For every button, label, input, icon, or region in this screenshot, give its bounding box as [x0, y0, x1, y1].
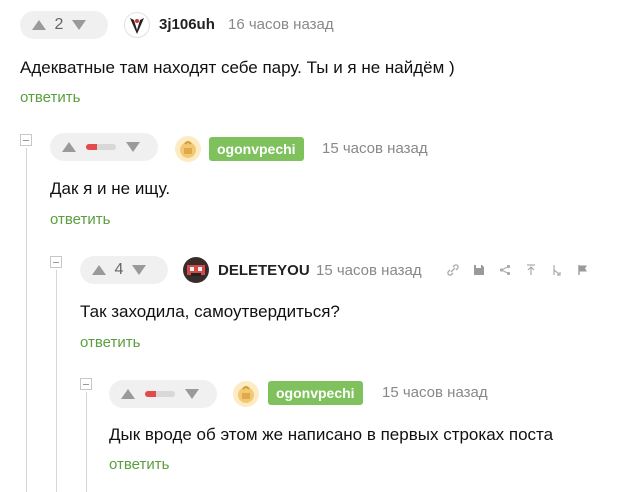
vote-widget — [109, 380, 217, 408]
downvote-icon[interactable] — [126, 142, 140, 152]
vote-count: 2 — [54, 16, 64, 33]
vote-ratio-bar — [86, 144, 116, 150]
comment-tools — [446, 263, 602, 277]
downvote-icon[interactable] — [185, 389, 199, 399]
vote-count: 4 — [114, 261, 124, 278]
go-to-parent-icon[interactable] — [524, 263, 538, 277]
upvote-icon[interactable] — [92, 265, 106, 275]
upvote-icon[interactable] — [121, 389, 135, 399]
username-badge[interactable]: ogonvpechi — [209, 137, 304, 161]
upvote-icon[interactable] — [62, 142, 76, 152]
vote-widget: 4 — [80, 256, 168, 284]
downvote-icon[interactable] — [72, 20, 86, 30]
thread-line — [86, 392, 87, 492]
avatar[interactable] — [233, 381, 259, 407]
upvote-icon[interactable] — [32, 20, 46, 30]
comment-text: Дак я и не ищу. — [50, 179, 171, 198]
avatar[interactable] — [124, 12, 150, 38]
timestamp[interactable]: 15 часов назад — [382, 384, 488, 401]
save-icon[interactable] — [472, 263, 486, 277]
comment-text: Так заходила, самоутвердиться? — [80, 302, 340, 321]
thread-line — [56, 270, 57, 492]
share-icon[interactable] — [498, 263, 512, 277]
avatar[interactable] — [175, 136, 201, 162]
comment-text: Адекватные там находят себе пару. Ты и я… — [20, 58, 455, 77]
thread-line — [26, 148, 27, 492]
username-badge[interactable]: ogonvpechi — [268, 381, 363, 405]
reply-link[interactable]: ответить — [20, 89, 80, 106]
vote-ratio-bar — [145, 391, 175, 397]
branch-icon[interactable] — [550, 263, 564, 277]
link-icon[interactable] — [446, 263, 460, 277]
downvote-icon[interactable] — [132, 265, 146, 275]
vote-widget — [50, 133, 158, 161]
reply-link[interactable]: ответить — [50, 211, 110, 228]
reply-link[interactable]: ответить — [109, 456, 169, 473]
comment-text: Дык вроде об этом же написано в первых с… — [109, 425, 554, 444]
timestamp[interactable]: 15 часов назад — [322, 140, 428, 157]
username[interactable]: DELETEYOU — [218, 262, 310, 279]
collapse-toggle[interactable] — [50, 256, 62, 268]
avatar[interactable] — [183, 257, 209, 283]
report-flag-icon[interactable] — [576, 263, 590, 277]
collapse-toggle[interactable] — [80, 378, 92, 390]
username[interactable]: 3j106uh — [159, 16, 215, 33]
reply-link[interactable]: ответить — [80, 334, 140, 351]
timestamp[interactable]: 16 часов назад — [228, 16, 334, 33]
collapse-toggle[interactable] — [20, 134, 32, 146]
timestamp[interactable]: 15 часов назад — [316, 262, 422, 279]
vote-widget: 2 — [20, 11, 108, 39]
